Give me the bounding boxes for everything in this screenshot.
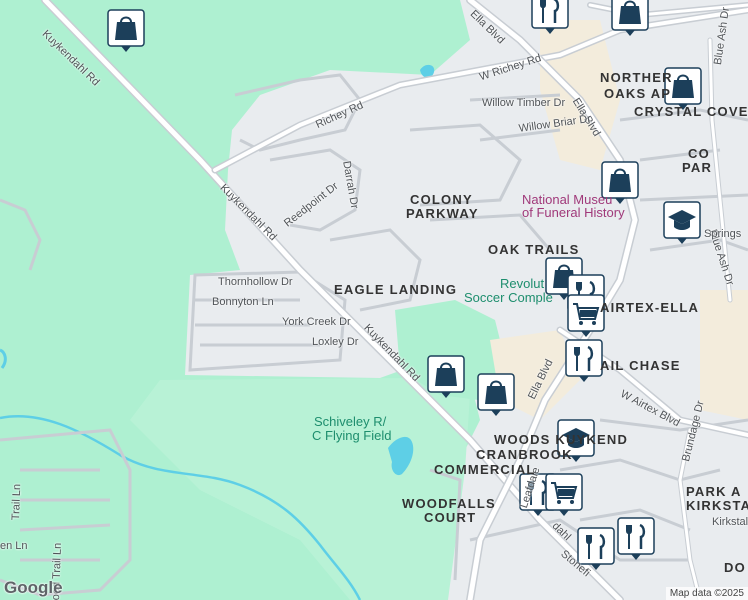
map-attribution[interactable]: Map data ©2025 bbox=[665, 587, 748, 600]
road-label-trail-ln: Trail Ln bbox=[10, 483, 24, 521]
area-label-eagle-landing: EAGLE LANDING bbox=[334, 282, 458, 297]
road-label-kirkstal: Kirkstal bbox=[712, 516, 748, 528]
area-label-northern-oaks-1: NORTHER bbox=[600, 70, 673, 85]
restaurant-marker[interactable] bbox=[565, 339, 603, 382]
poi-label-soccer-1[interactable]: Revolut bbox=[500, 276, 544, 291]
road-label-willow-timber-dr: Willow Timber Dr bbox=[482, 97, 566, 109]
shopping-bag-marker[interactable] bbox=[107, 9, 145, 52]
area-label-co-park-1: CO bbox=[688, 146, 710, 161]
area-label-co-park-2: PAR bbox=[682, 160, 713, 175]
area-label-do: DO bbox=[724, 560, 746, 575]
area-label-trail-chase: AIL CHASE bbox=[600, 358, 681, 373]
area-label-crystal-cove: CRYSTAL COVE bbox=[634, 104, 748, 119]
area-label-park-kirkstall-2: KIRKSTA bbox=[686, 498, 748, 513]
road-label-york-creek-dr: York Creek Dr bbox=[282, 316, 351, 328]
area-label-park-kirkstall-1: PARK A bbox=[686, 484, 742, 499]
poi-label-flying-field-1[interactable]: Schiveley R/ bbox=[314, 414, 386, 429]
shopping-bag-marker[interactable] bbox=[611, 0, 649, 36]
google-logo: Google bbox=[4, 578, 63, 597]
poi-label-soccer-2[interactable]: Soccer Comple bbox=[464, 290, 553, 305]
shopping-cart-marker[interactable] bbox=[545, 473, 583, 516]
poi-label-museum-2[interactable]: of Funeral History bbox=[522, 205, 625, 220]
restaurant-marker[interactable] bbox=[617, 517, 655, 560]
road-label-springs: Springs bbox=[704, 228, 742, 240]
poi-label-flying-field-2[interactable]: C Flying Field bbox=[312, 428, 391, 443]
road-label-bonnyton-ln: Bonnyton Ln bbox=[212, 296, 274, 308]
area-label-woods-kuykendahl: WOODS KUYKEND bbox=[494, 432, 629, 447]
area-label-colony-parkway-2: PARKWAY bbox=[406, 206, 479, 221]
area-label-woodfalls-1: WOODFALLS bbox=[402, 496, 496, 511]
shopping-bag-marker[interactable] bbox=[477, 373, 515, 416]
area-label-cranbrook-2: COMMERCIAL bbox=[434, 462, 536, 477]
area-label-colony-parkway-1: COLONY bbox=[410, 192, 473, 207]
road-label-loxley-dr: Loxley Dr bbox=[312, 336, 359, 348]
area-label-northern-oaks-2: OAKS AP bbox=[604, 86, 672, 101]
road-label-en-ln: en Ln bbox=[0, 540, 28, 552]
area-label-airtex-ella: AIRTEX-ELLA bbox=[600, 300, 700, 315]
road-label-thornhollow-dr: Thornhollow Dr bbox=[218, 276, 293, 288]
school-marker[interactable] bbox=[663, 201, 701, 244]
commercial-area-east bbox=[700, 290, 748, 420]
area-label-woodfalls-2: COURT bbox=[424, 510, 477, 525]
area-label-cranbrook-1: CRANBROOK bbox=[476, 447, 573, 462]
shopping-bag-marker[interactable] bbox=[427, 355, 465, 398]
shopping-cart-marker[interactable] bbox=[567, 294, 605, 337]
area-label-oak-trails: OAK TRAILS bbox=[488, 242, 580, 257]
